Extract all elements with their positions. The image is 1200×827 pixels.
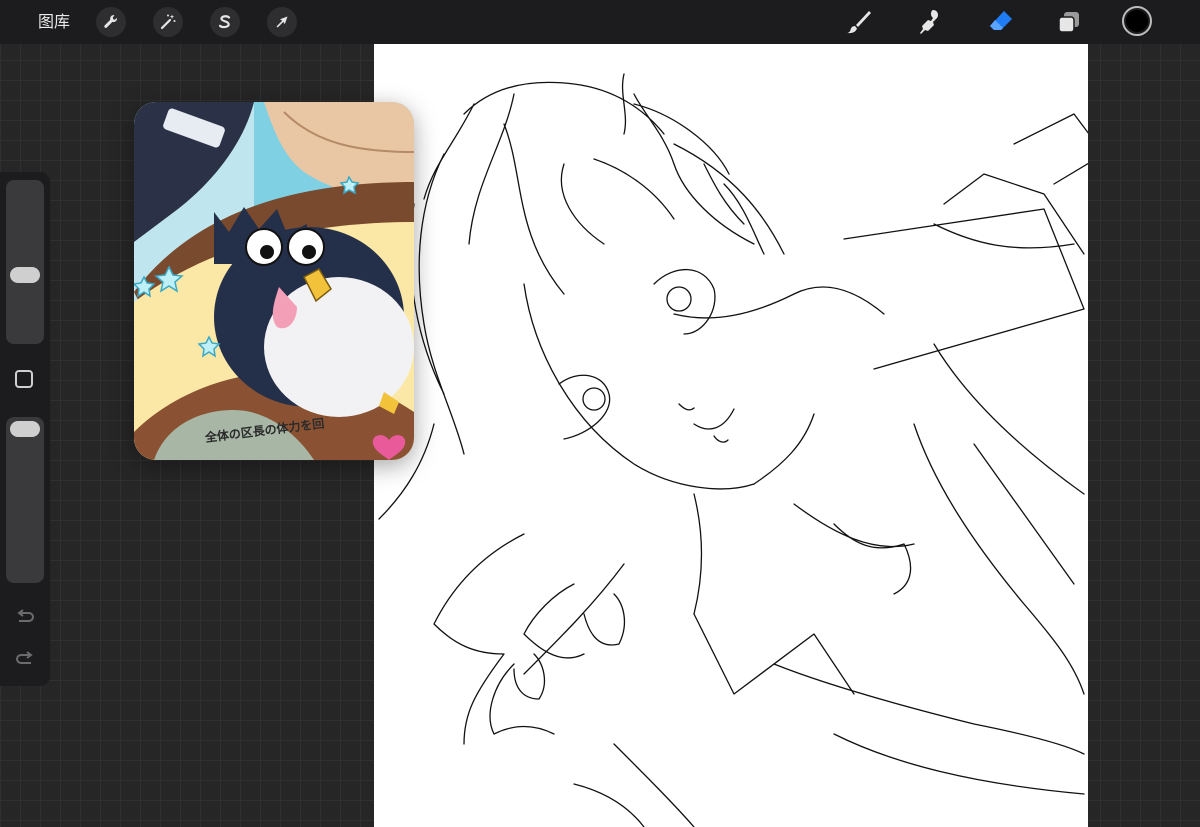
brush-size-thumb[interactable]: [10, 267, 40, 283]
smudge-icon: [920, 10, 938, 34]
actions-button[interactable]: [96, 7, 126, 37]
arrow-cursor-icon: [276, 16, 288, 28]
undo-button[interactable]: [13, 606, 37, 630]
color-picker[interactable]: [1122, 6, 1152, 36]
eraser-icon: [990, 11, 1012, 30]
wrench-icon: [104, 15, 118, 28]
opacity-thumb[interactable]: [10, 421, 40, 437]
smudge-tool[interactable]: [914, 6, 946, 38]
redo-button[interactable]: [13, 648, 37, 672]
brush-size-slider[interactable]: [6, 180, 44, 344]
layers-icon: [1058, 12, 1079, 33]
reference-image: [134, 102, 414, 460]
top-toolbar: 图库: [0, 0, 1200, 44]
modify-button[interactable]: [15, 370, 33, 388]
drawing-canvas[interactable]: [374, 44, 1088, 827]
selection-button[interactable]: [210, 7, 240, 37]
undo-icon: [17, 609, 34, 622]
redo-icon: [16, 651, 33, 664]
gallery-button[interactable]: 图库: [38, 11, 70, 33]
brush-icon: [847, 11, 871, 34]
magic-wand-icon: [160, 14, 176, 30]
left-sidebar: [0, 172, 50, 686]
selection-s-icon: [218, 15, 231, 29]
line-art-sketch: [378, 73, 1088, 827]
eraser-tool[interactable]: [985, 6, 1017, 38]
transform-button[interactable]: [267, 7, 297, 37]
brush-tool[interactable]: [843, 6, 875, 38]
adjustments-button[interactable]: [153, 7, 183, 37]
opacity-slider[interactable]: [6, 417, 44, 583]
layers-tool[interactable]: [1053, 6, 1085, 38]
current-color-swatch: [1126, 10, 1148, 32]
reference-window[interactable]: 全体の区長の体力を回: [134, 102, 414, 460]
